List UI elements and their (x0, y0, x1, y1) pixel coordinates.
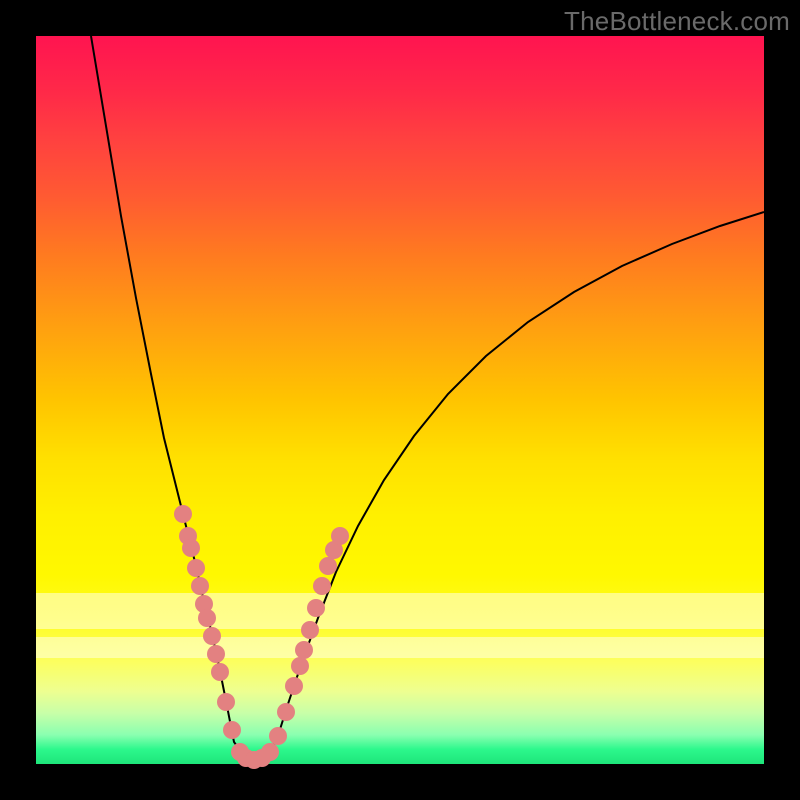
data-dot (307, 599, 325, 617)
data-dot (174, 505, 192, 523)
data-dot (187, 559, 205, 577)
data-dot (191, 577, 209, 595)
data-dot (319, 557, 337, 575)
data-dot (198, 609, 216, 627)
data-dot (277, 703, 295, 721)
data-dot (203, 627, 221, 645)
data-dot (223, 721, 241, 739)
data-dot (217, 693, 235, 711)
data-dot (182, 539, 200, 557)
chart-frame (36, 36, 764, 764)
data-dot (301, 621, 319, 639)
data-dot (331, 527, 349, 545)
data-dot (211, 663, 229, 681)
data-dot (295, 641, 313, 659)
data-dot (313, 577, 331, 595)
data-dot (207, 645, 225, 663)
watermark-text: TheBottleneck.com (564, 6, 790, 37)
bottleneck-curve (91, 36, 764, 760)
data-dot (291, 657, 309, 675)
plot-svg (36, 36, 764, 764)
data-dot (269, 727, 287, 745)
data-dot (285, 677, 303, 695)
data-dot (261, 743, 279, 761)
